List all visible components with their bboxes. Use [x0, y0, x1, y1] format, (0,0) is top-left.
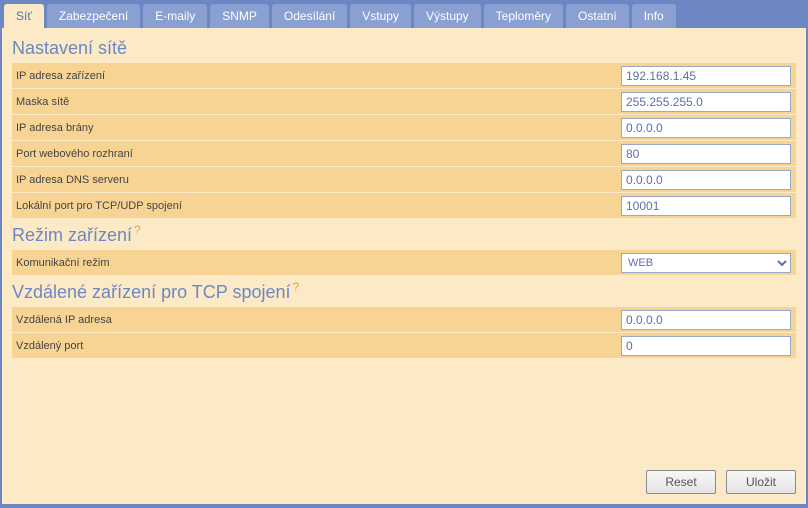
- control-remote-ip: [621, 310, 796, 330]
- reset-button[interactable]: Reset: [646, 470, 716, 494]
- tab-ostatni[interactable]: Ostatní: [566, 4, 629, 28]
- tab-label: Info: [644, 9, 664, 23]
- row-gateway: IP adresa brány: [12, 115, 796, 140]
- control-remote-port: [621, 336, 796, 356]
- label-ip-device: IP adresa zařízení: [12, 70, 621, 82]
- rows-mode: Komunikační režimWEB: [12, 250, 796, 275]
- select-comm-mode[interactable]: WEB: [621, 253, 791, 273]
- label-remote-ip: Vzdálená IP adresa: [12, 314, 621, 326]
- label-comm-mode: Komunikační režim: [12, 257, 621, 269]
- rows-network: IP adresa zařízení Maska sítě IP adresa br…: [12, 63, 796, 218]
- row-ip-device: IP adresa zařízení: [12, 63, 796, 88]
- tab-label: Síť: [16, 9, 32, 23]
- row-localport: Lokální port pro TCP/UDP spojení: [12, 193, 796, 218]
- tab-bar: Síť Zabezpečení E-maily SNMP Odesílání Vstupy…: [2, 2, 806, 28]
- tab-label: SNMP: [222, 9, 257, 23]
- tab-odesilani[interactable]: Odesílání: [272, 4, 347, 28]
- input-ip-device[interactable]: [621, 66, 791, 86]
- input-remote-port[interactable]: [621, 336, 791, 356]
- section-title-remote: Vzdálené zařízení pro TCP spojení: [12, 282, 291, 302]
- input-gateway[interactable]: [621, 118, 791, 138]
- control-webport: [621, 144, 796, 164]
- label-remote-port: Vzdálený port: [12, 340, 621, 352]
- tab-emaily[interactable]: E-maily: [143, 4, 207, 28]
- help-icon[interactable]: ?: [134, 223, 141, 237]
- tab-zabezpeceni[interactable]: Zabezpečení: [47, 4, 140, 28]
- section-header-network: Nastavení sítě: [12, 34, 796, 63]
- control-dns: [621, 170, 796, 190]
- tab-label: Výstupy: [426, 9, 469, 23]
- label-webport: Port webového rozhraní: [12, 148, 621, 160]
- tab-info[interactable]: Info: [632, 4, 676, 28]
- label-netmask: Maska sítě: [12, 96, 621, 108]
- tab-label: Vstupy: [362, 9, 399, 23]
- tab-label: Zabezpečení: [59, 9, 128, 23]
- tab-teplomery[interactable]: Teploměry: [484, 4, 563, 28]
- tab-snmp[interactable]: SNMP: [210, 4, 269, 28]
- row-comm-mode: Komunikační režimWEB: [12, 250, 796, 275]
- section-title-mode: Režim zařízení: [12, 225, 132, 245]
- section-header-remote: Vzdálené zařízení pro TCP spojení?: [12, 276, 796, 307]
- row-dns: IP adresa DNS serveru: [12, 167, 796, 192]
- input-dns[interactable]: [621, 170, 791, 190]
- input-localport[interactable]: [621, 196, 791, 216]
- tab-vystupy[interactable]: Výstupy: [414, 4, 481, 28]
- control-ip-device: [621, 66, 796, 86]
- save-button[interactable]: Uložit: [726, 470, 796, 494]
- tab-label: Odesílání: [284, 9, 335, 23]
- section-header-mode: Režim zařízení?: [12, 219, 796, 250]
- tab-label: E-maily: [155, 9, 195, 23]
- row-remote-port: Vzdálený port: [12, 333, 796, 358]
- footer-buttons: Reset Uložit: [646, 470, 796, 494]
- input-remote-ip[interactable]: [621, 310, 791, 330]
- label-localport: Lokální port pro TCP/UDP spojení: [12, 200, 621, 212]
- label-gateway: IP adresa brány: [12, 122, 621, 134]
- control-gateway: [621, 118, 796, 138]
- row-remote-ip: Vzdálená IP adresa: [12, 307, 796, 332]
- tab-label: Teploměry: [496, 9, 551, 23]
- control-localport: [621, 196, 796, 216]
- tab-vstupy[interactable]: Vstupy: [350, 4, 411, 28]
- input-webport[interactable]: [621, 144, 791, 164]
- control-netmask: [621, 92, 796, 112]
- row-webport: Port webového rozhraní: [12, 141, 796, 166]
- tab-label: Ostatní: [578, 9, 617, 23]
- window-frame: Síť Zabezpečení E-maily SNMP Odesílání Vstupy…: [0, 0, 808, 508]
- label-dns: IP adresa DNS serveru: [12, 174, 621, 186]
- section-title-network: Nastavení sítě: [12, 38, 127, 58]
- help-icon[interactable]: ?: [293, 280, 300, 294]
- control-comm-mode: WEB: [621, 253, 796, 273]
- row-netmask: Maska sítě: [12, 89, 796, 114]
- rows-remote: Vzdálená IP adresa Vzdálený port: [12, 307, 796, 358]
- input-netmask[interactable]: [621, 92, 791, 112]
- settings-panel: Nastavení sítě IP adresa zařízení Maska s…: [2, 28, 806, 504]
- tab-sit[interactable]: Síť: [4, 4, 44, 28]
